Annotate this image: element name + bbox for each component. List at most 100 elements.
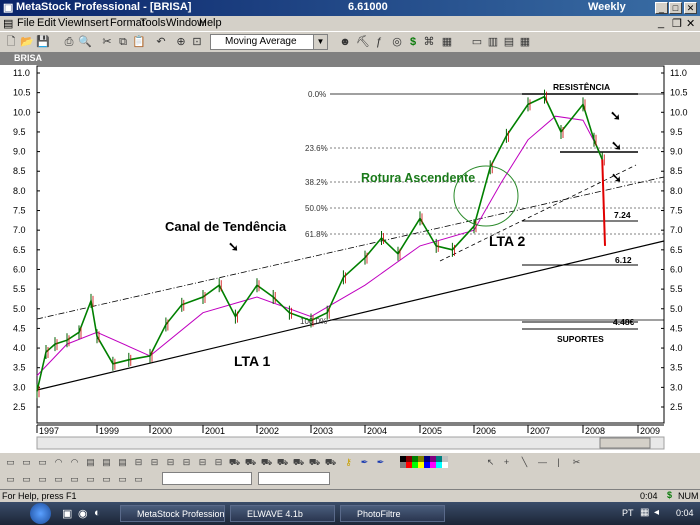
style-9-icon[interactable]: ▭ <box>132 473 145 485</box>
tool-14-icon[interactable]: ⊟ <box>212 456 225 468</box>
close-button[interactable]: ✕ <box>684 2 697 14</box>
dollar-icon[interactable]: $ <box>406 35 420 49</box>
task-elwave[interactable]: ELWAVE 4.1b <box>230 505 335 522</box>
key-icon[interactable]: ⚷ <box>342 456 355 468</box>
window-title: MetaStock Professional - [BRISA] <box>16 1 192 13</box>
chart-window[interactable]: 2.5 3.0 3.5 4.0 4.5 5.0 5.5 6.0 6.5 7.0 7.5 8.0 8.5 9… <box>0 53 700 452</box>
style-8-icon[interactable]: ▭ <box>116 473 129 485</box>
tool-17-icon[interactable]: ⛟ <box>260 456 273 468</box>
tray-lang[interactable]: PT <box>622 508 634 518</box>
tool-10-icon[interactable]: ⊟ <box>148 456 161 468</box>
undo-icon[interactable]: ↶ <box>154 35 168 49</box>
cut-icon[interactable]: ✂ <box>100 35 114 49</box>
tool-21-icon[interactable]: ⛟ <box>324 456 337 468</box>
style-1-icon[interactable]: ▭ <box>4 473 17 485</box>
tool-2-icon[interactable]: ▭ <box>20 456 33 468</box>
zoom-icon[interactable]: ⊡ <box>190 35 204 49</box>
expert-advisor-icon[interactable]: ☻ <box>338 35 352 49</box>
tool-20-icon[interactable]: ⛟ <box>308 456 321 468</box>
tray-volume-icon[interactable]: ◂ <box>654 507 659 518</box>
open-icon[interactable]: 📂 <box>20 35 34 49</box>
paste-icon[interactable]: 📋 <box>132 35 146 49</box>
new-icon[interactable]: 🗋 <box>4 35 18 49</box>
print-preview-icon[interactable]: 🔍 <box>78 35 92 49</box>
child-minimize-button[interactable]: _ <box>658 17 664 29</box>
x-tick-label: 2005 <box>422 426 442 436</box>
price-chart[interactable]: 2.5 3.0 3.5 4.0 4.5 5.0 5.5 6.0 6.5 7.0 7.5 8.0 8.5 9… <box>0 53 700 452</box>
indicator-select[interactable]: Moving Average ▼ <box>210 34 328 50</box>
tool-4-icon[interactable]: ◠ <box>52 456 65 468</box>
tool-18-icon[interactable]: ⛟ <box>276 456 289 468</box>
menu-insert[interactable]: Insert <box>81 17 109 29</box>
menu-doc-icon[interactable]: ▤ <box>3 17 13 30</box>
tool-13-icon[interactable]: ⊟ <box>196 456 209 468</box>
formula-icon[interactable]: ƒ <box>372 35 386 49</box>
tray-network-icon[interactable]: ▦ <box>640 507 649 518</box>
y-tick-label-left: 10.5 <box>13 88 31 98</box>
pin2-icon[interactable]: ✒ <box>374 456 387 468</box>
tool-9-icon[interactable]: ⊟ <box>132 456 145 468</box>
style-4-icon[interactable]: ▭ <box>52 473 65 485</box>
tool-15-icon[interactable]: ⛟ <box>228 456 241 468</box>
tool-19-icon[interactable]: ⛟ <box>292 456 305 468</box>
task-metastock[interactable]: MetaStock Profession... <box>120 505 225 522</box>
tool-3-icon[interactable]: ▭ <box>36 456 49 468</box>
status-num: NUM <box>678 491 699 501</box>
trendline-tool-icon[interactable]: ╲ <box>518 456 531 468</box>
copy-icon[interactable]: ⧉ <box>116 35 130 49</box>
child-restore-button[interactable]: ❐ <box>672 17 682 30</box>
style-2-icon[interactable]: ▭ <box>20 473 33 485</box>
last-price: 6.61000 <box>348 1 388 13</box>
task-photofiltre[interactable]: PhotoFiltre <box>340 505 445 522</box>
layout-grid-icon[interactable]: ▦ <box>518 35 532 49</box>
scissors-icon[interactable]: ✂ <box>570 456 583 468</box>
start-orb-icon[interactable] <box>30 503 51 524</box>
tool-6-icon[interactable]: ▤ <box>84 456 97 468</box>
tool-5-icon[interactable]: ◠ <box>68 456 81 468</box>
print-icon[interactable]: ⎙ <box>62 35 76 49</box>
layout-horizontal-icon[interactable]: ▤ <box>502 35 516 49</box>
crosshair-tool-icon[interactable]: + <box>500 456 513 468</box>
menu-tools[interactable]: Tools <box>140 17 166 29</box>
tool-16-icon[interactable]: ⛟ <box>244 456 257 468</box>
line-weight-select[interactable] <box>258 472 330 485</box>
tool-1-icon[interactable]: ▭ <box>4 456 17 468</box>
menu-help[interactable]: Help <box>199 17 222 29</box>
quicklaunch-3-icon[interactable]: ◐ <box>94 507 101 519</box>
color-palette[interactable] <box>400 456 460 468</box>
tool-8-icon[interactable]: ▤ <box>116 456 129 468</box>
style-5-icon[interactable]: ▭ <box>68 473 81 485</box>
chevron-down-icon[interactable]: ▼ <box>313 35 327 49</box>
layout-cascade-icon[interactable]: ▭ <box>470 35 484 49</box>
explorer-icon[interactable]: ⛏ <box>356 35 370 49</box>
y-tick-label-right: 4.0 <box>670 343 683 353</box>
quicklaunch-2-icon[interactable]: ◉ <box>78 507 88 520</box>
arrow-resistance-icon: ➘ <box>610 108 621 123</box>
crosshair-icon[interactable]: ⊕ <box>174 35 188 49</box>
quote-icon[interactable]: ▦ <box>440 35 454 49</box>
style-6-icon[interactable]: ▭ <box>84 473 97 485</box>
tool-12-icon[interactable]: ⊟ <box>180 456 193 468</box>
binoculars-icon[interactable]: ⌘ <box>422 35 436 49</box>
child-close-button[interactable]: ✕ <box>686 17 695 30</box>
save-icon[interactable]: 💾 <box>36 35 50 49</box>
hline-tool-icon[interactable]: — <box>536 456 549 468</box>
style-3-icon[interactable]: ▭ <box>36 473 49 485</box>
pointer-icon[interactable]: ↖ <box>484 456 497 468</box>
menu-file[interactable]: File <box>17 17 35 29</box>
menu-view[interactable]: View <box>58 17 82 29</box>
menu-edit[interactable]: Edit <box>37 17 56 29</box>
maximize-button[interactable]: □ <box>669 2 682 14</box>
layout-tile-icon[interactable]: ▥ <box>486 35 500 49</box>
line-style-select[interactable] <box>162 472 252 485</box>
app-icon: ▣ <box>3 2 14 14</box>
minimize-button[interactable]: _ <box>655 2 668 14</box>
system-tester-icon[interactable]: ◎ <box>390 35 404 49</box>
style-7-icon[interactable]: ▭ <box>100 473 113 485</box>
pin-icon[interactable]: ✒ <box>358 456 371 468</box>
tool-11-icon[interactable]: ⊟ <box>164 456 177 468</box>
tool-7-icon[interactable]: ▤ <box>100 456 113 468</box>
vline-tool-icon[interactable]: | <box>552 456 565 468</box>
y-tick-label-right: 10.0 <box>670 107 688 117</box>
quicklaunch-1-icon[interactable]: ▣ <box>62 507 72 520</box>
